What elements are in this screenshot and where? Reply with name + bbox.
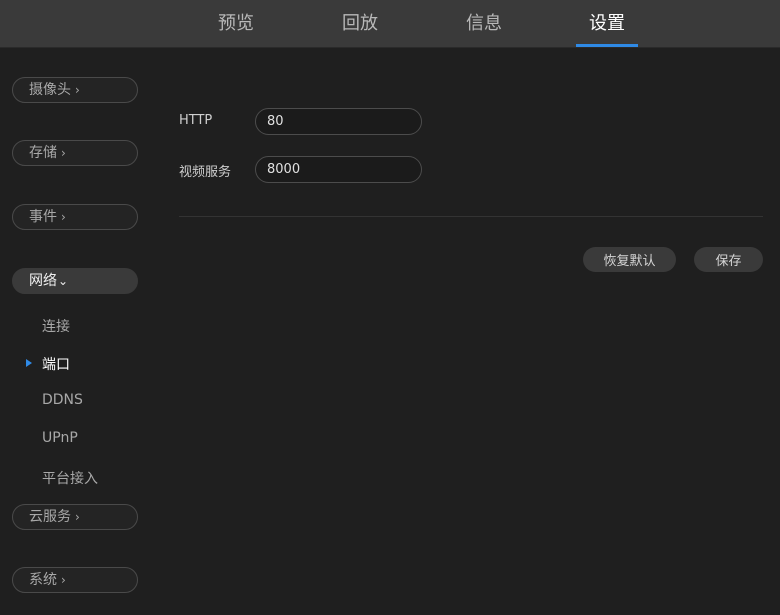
tab-active-indicator: [576, 44, 638, 47]
tab-info[interactable]: 信息: [453, 0, 515, 47]
chevron-right-icon: ›: [75, 83, 80, 97]
save-button[interactable]: 保存: [694, 247, 763, 272]
sidebar-subitem-upnp[interactable]: UPnP: [42, 430, 78, 446]
sidebar-subitem-ddns[interactable]: DDNS: [42, 392, 83, 408]
chevron-right-icon: ›: [61, 146, 66, 160]
sidebar-item-storage-label: 存储: [29, 145, 57, 161]
sidebar-item-cloud-label: 云服务: [29, 509, 71, 525]
video-service-port-label: 视频服务: [179, 165, 232, 180]
sidebar-item-system-label: 系统: [29, 572, 57, 588]
sidebar-subitem-port[interactable]: 端口: [42, 354, 70, 374]
sidebar-subitem-connection[interactable]: 连接: [42, 316, 70, 336]
video-service-port-input[interactable]: [255, 156, 422, 183]
sidebar-item-event[interactable]: 事件 ›: [12, 204, 138, 230]
chevron-right-icon: ›: [75, 510, 80, 524]
sidebar-item-network-label: 网络: [29, 273, 57, 289]
top-nav: 预览 回放 信息 设置: [0, 0, 780, 48]
restore-default-button[interactable]: 恢复默认: [583, 247, 676, 272]
divider: [179, 216, 763, 217]
chevron-down-icon: ⌄: [58, 274, 69, 288]
tab-preview[interactable]: 预览: [205, 0, 267, 47]
sidebar-subitem-platform-access[interactable]: 平台接入: [42, 468, 98, 488]
sidebar-item-camera-label: 摄像头: [29, 82, 71, 98]
sidebar-item-event-label: 事件: [29, 209, 57, 225]
active-item-marker-icon: [26, 359, 32, 367]
chevron-right-icon: ›: [61, 573, 66, 587]
sidebar-item-cloud[interactable]: 云服务 ›: [12, 504, 138, 530]
http-port-label: HTTP: [179, 113, 213, 128]
chevron-right-icon: ›: [61, 210, 66, 224]
sidebar-item-network[interactable]: 网络⌄: [12, 268, 138, 294]
tab-settings-label: 设置: [589, 13, 625, 34]
sidebar-item-camera[interactable]: 摄像头 ›: [12, 77, 138, 103]
sidebar-item-storage[interactable]: 存储 ›: [12, 140, 138, 166]
sidebar-item-system[interactable]: 系统 ›: [12, 567, 138, 593]
tab-settings[interactable]: 设置: [576, 0, 638, 47]
tab-playback[interactable]: 回放: [329, 0, 391, 47]
http-port-input[interactable]: [255, 108, 422, 135]
